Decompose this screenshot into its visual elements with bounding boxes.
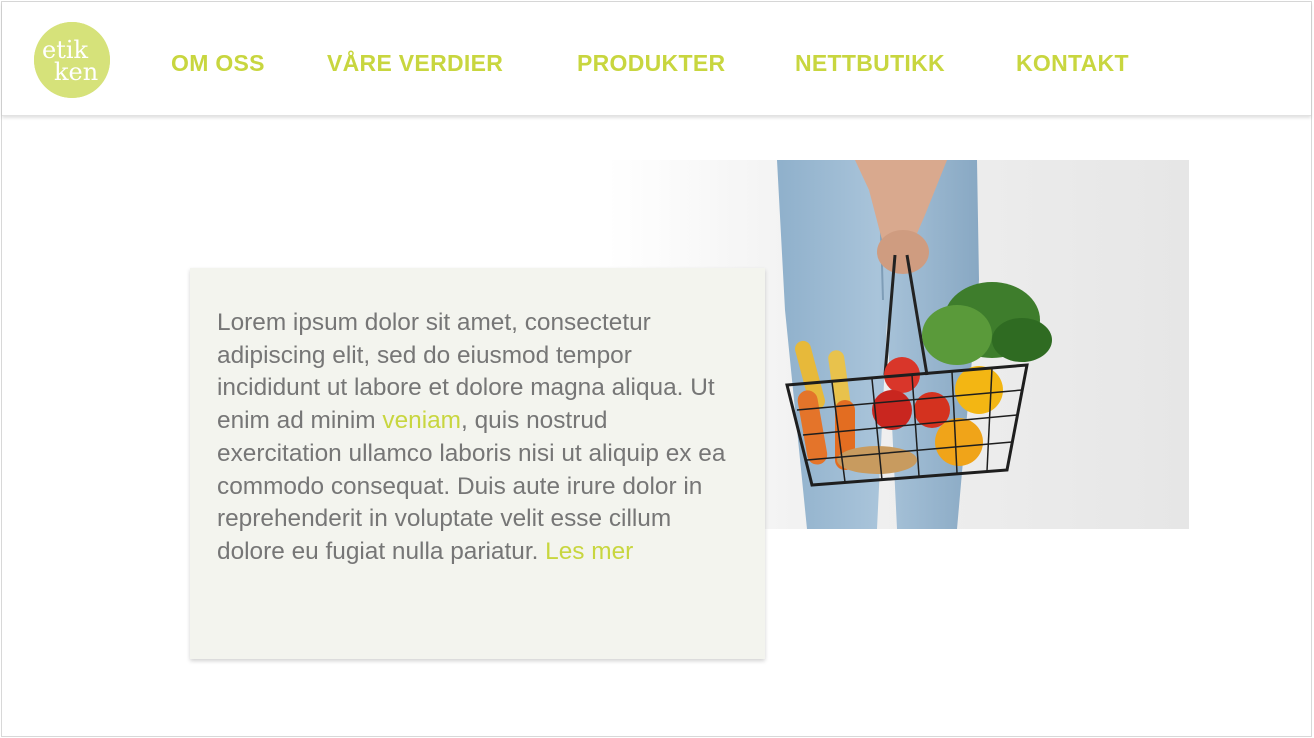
- veniam-link[interactable]: veniam: [382, 407, 461, 434]
- nav-item-kontakt[interactable]: KONTAKT: [1016, 49, 1129, 77]
- intro-paragraph: Lorem ipsum dolor sit amet, consectetur …: [217, 307, 737, 569]
- nav-item-produkter[interactable]: PRODUKTER: [577, 49, 725, 77]
- logo-icon: etik ken: [34, 22, 110, 98]
- svg-text:ken: ken: [54, 58, 98, 86]
- site-header: etik ken OM OSS VÅRE VERDIER PRODUKTER N…: [2, 2, 1311, 116]
- nav-item-om-oss[interactable]: OM OSS: [171, 49, 265, 77]
- intro-text-card: Lorem ipsum dolor sit amet, consectetur …: [190, 268, 765, 659]
- logo[interactable]: etik ken: [34, 22, 110, 98]
- nav-item-vare-verdier[interactable]: VÅRE VERDIER: [327, 49, 503, 77]
- nav-item-nettbutikk[interactable]: NETTBUTIKK: [795, 49, 945, 77]
- read-more-link[interactable]: Les mer: [545, 538, 633, 565]
